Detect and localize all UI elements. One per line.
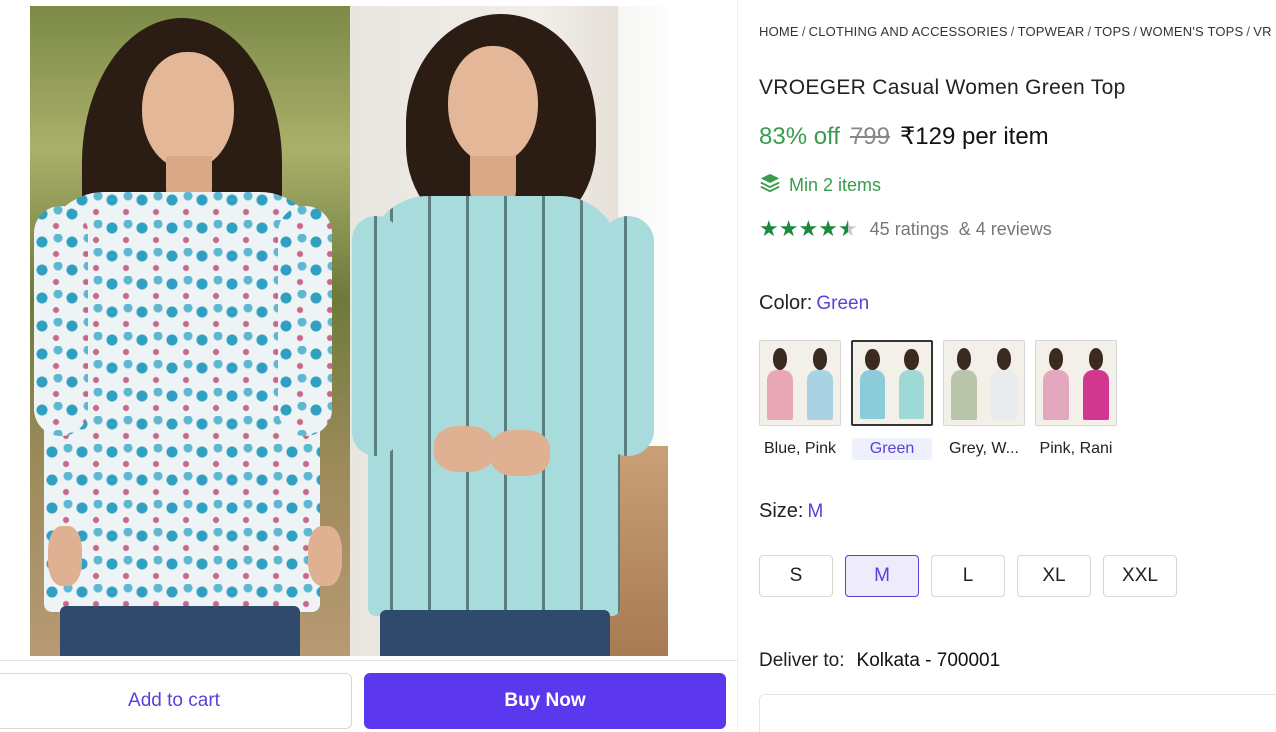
- color-swatch-thumbnail: [759, 340, 841, 426]
- color-swatch-label: Green: [852, 438, 932, 460]
- breadcrumb-home[interactable]: HOME: [759, 24, 799, 39]
- min-order-text: Min 2 items: [789, 175, 882, 195]
- product-info: HOME / CLOTHING AND ACCESSORIES / TOPWEAR / TO…: [759, 0, 1276, 732]
- product-main-image[interactable]: [30, 6, 668, 656]
- color-swatch-thumbnail: [851, 340, 933, 426]
- delivery-row[interactable]: Deliver to: Kolkata - 700001: [759, 650, 1000, 672]
- breadcrumb: HOME / CLOTHING AND ACCESSORIES / TOPWEAR / TO…: [759, 24, 1272, 39]
- mrp-price: 799: [849, 123, 890, 150]
- color-swatch[interactable]: Pink, Rani: [1035, 340, 1117, 460]
- details-card: [759, 694, 1276, 732]
- color-swatch[interactable]: Blue, Pink: [759, 340, 841, 460]
- product-title: VROEGER Casual Women Green Top: [759, 76, 1126, 99]
- breadcrumb-topwear[interactable]: TOPWEAR: [1018, 24, 1085, 39]
- size-option-xl[interactable]: XL: [1017, 555, 1091, 597]
- breadcrumb-tops[interactable]: TOPS: [1094, 24, 1130, 39]
- size-option-xxl[interactable]: XXL: [1103, 555, 1177, 597]
- breadcrumb-current[interactable]: VR: [1253, 24, 1271, 39]
- color-swatch-thumbnail: [1035, 340, 1117, 426]
- add-to-cart-button[interactable]: Add to cart: [0, 673, 352, 729]
- size-option-l[interactable]: L: [931, 555, 1005, 597]
- model-photo-floral: [30, 6, 350, 656]
- breadcrumb-separator: /: [801, 24, 806, 39]
- discount-percent: 83% off: [759, 123, 840, 150]
- breadcrumb-separator: /: [1246, 24, 1251, 39]
- breadcrumb-separator: /: [1087, 24, 1092, 39]
- delivery-location[interactable]: Kolkata - 700001: [857, 650, 1001, 672]
- star-half-icon: ★: [837, 216, 858, 241]
- ratings-count: 45 ratings: [869, 218, 949, 239]
- color-label: Color:: [759, 292, 813, 314]
- breadcrumb-separator: /: [1010, 24, 1015, 39]
- color-swatch-label: Grey, W...: [949, 440, 1019, 457]
- size-option-s[interactable]: S: [759, 555, 833, 597]
- color-swatch[interactable]: Grey, W...: [943, 340, 1025, 460]
- size-option-m[interactable]: M: [845, 555, 919, 597]
- size-label: Size:: [759, 500, 804, 522]
- buy-now-button[interactable]: Buy Now: [364, 673, 726, 729]
- reviews-count: & 4 reviews: [958, 218, 1052, 239]
- color-swatch[interactable]: Green: [851, 340, 933, 460]
- star-icon: ★: [798, 216, 819, 241]
- color-swatch-thumbnail: [943, 340, 1025, 426]
- deliver-to-label: Deliver to:: [759, 650, 845, 671]
- breadcrumb-separator: /: [1133, 24, 1138, 39]
- color-heading: Color: Green: [759, 292, 869, 315]
- column-divider: [737, 0, 738, 732]
- price-row: 83% off 799 ₹129 per item: [759, 122, 1049, 151]
- star-icon: ★: [818, 216, 838, 241]
- selling-price: ₹129 per item: [900, 123, 1049, 150]
- rating-row[interactable]: ★ ★ ★ ★ ★ 45 ratings & 4 reviews: [759, 218, 1052, 240]
- star-icon: ★: [778, 216, 799, 241]
- color-swatch-label: Pink, Rani: [1039, 440, 1113, 457]
- breadcrumb-womens-tops[interactable]: WOMEN'S TOPS: [1140, 24, 1243, 39]
- min-order-info: Min 2 items: [759, 172, 881, 199]
- size-heading: Size: M: [759, 500, 823, 523]
- color-swatch-label: Blue, Pink: [763, 440, 837, 457]
- size-selected-value: M: [807, 501, 824, 522]
- color-selected-value: Green: [816, 293, 870, 314]
- action-bar: Add to cart Buy Now: [0, 660, 738, 732]
- model-photo-green: [350, 6, 668, 656]
- size-option-list: S M L XL XXL: [759, 555, 1177, 597]
- rating-stars: ★ ★ ★ ★ ★: [759, 218, 858, 240]
- star-icon: ★: [759, 216, 779, 241]
- breadcrumb-clothing[interactable]: CLOTHING AND ACCESSORIES: [809, 24, 1008, 39]
- stack-layers-icon: [759, 172, 781, 199]
- color-swatch-list: Blue, Pink Green Grey, W... Pink, Rani: [759, 340, 1117, 460]
